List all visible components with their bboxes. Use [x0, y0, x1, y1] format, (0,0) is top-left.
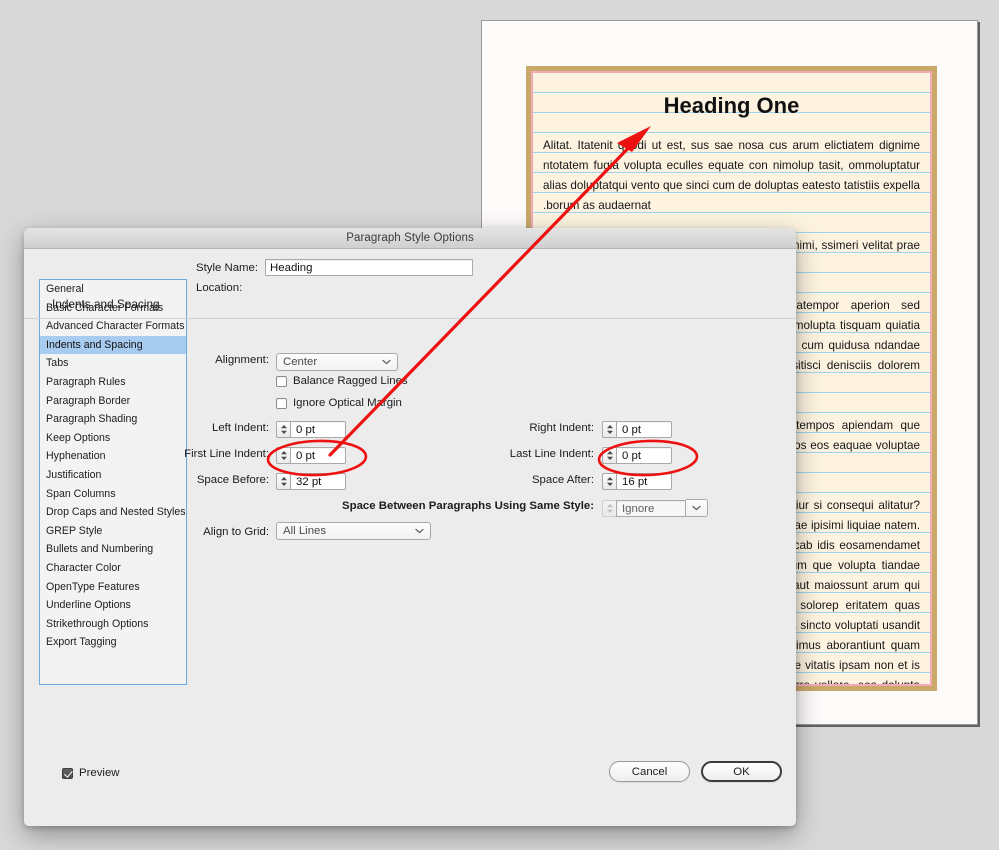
stepper-icon[interactable]: [602, 421, 616, 438]
sidebar-item-drop-caps-and-nested-styles[interactable]: Drop Caps and Nested Styles: [40, 503, 186, 522]
space-between-same-style-input[interactable]: Ignore: [616, 500, 686, 517]
document-heading: Heading One: [543, 73, 920, 116]
sidebar-item-export-tagging[interactable]: Export Tagging: [40, 633, 186, 652]
dialog-title: Paragraph Style Options: [346, 232, 474, 244]
align-to-grid-value: All Lines: [283, 525, 326, 537]
balance-ragged-lines-checkbox[interactable]: [276, 376, 287, 387]
section-divider: [24, 318, 796, 319]
paragraph-style-options-dialog: Paragraph Style Options GeneralBasic Cha…: [24, 228, 796, 826]
chevron-down-icon: [415, 528, 424, 534]
balance-ragged-lines-row[interactable]: Balance Ragged Lines: [276, 375, 408, 387]
ignore-optical-margin-row[interactable]: Ignore Optical Margin: [276, 397, 402, 409]
space-after-label: Space After:: [532, 474, 594, 486]
right-indent-input[interactable]: 0 pt: [616, 421, 672, 438]
left-indent-field[interactable]: 0 pt: [276, 421, 346, 438]
chevron-down-icon: [382, 359, 391, 365]
left-indent-label-wrap: Left Indent:: [24, 422, 269, 434]
first-line-indent-input[interactable]: 0 pt: [290, 447, 346, 464]
right-indent-label-wrap: Right Indent:: [394, 422, 594, 434]
alignment-value: Center: [283, 356, 317, 368]
right-indent-label: Right Indent:: [529, 422, 594, 434]
last-line-indent-field[interactable]: 0 pt: [602, 447, 672, 464]
ignore-optical-margin-label: Ignore Optical Margin: [293, 397, 402, 409]
left-indent-input[interactable]: 0 pt: [290, 421, 346, 438]
space-between-same-style-field[interactable]: Ignore: [602, 499, 708, 517]
last-line-indent-label-wrap: Last Line Indent:: [394, 448, 594, 460]
sidebar-item-span-columns[interactable]: Span Columns: [40, 485, 186, 504]
preview-label: Preview: [79, 767, 120, 779]
space-after-label-wrap: Space After:: [394, 474, 594, 486]
align-to-grid-label-wrap: Align to Grid:: [24, 526, 269, 538]
balance-ragged-lines-label: Balance Ragged Lines: [293, 375, 408, 387]
left-indent-label: Left Indent:: [212, 422, 269, 434]
space-between-same-style-label: Space Between Paragraphs Using Same Styl…: [342, 500, 594, 512]
last-line-indent-input[interactable]: 0 pt: [616, 447, 672, 464]
sidebar-item-paragraph-rules[interactable]: Paragraph Rules: [40, 373, 186, 392]
location-row: Location:: [196, 282, 248, 294]
ignore-optical-margin-checkbox[interactable]: [276, 398, 287, 409]
space-after-input[interactable]: 16 pt: [616, 473, 672, 490]
space-before-label-wrap: Space Before:: [24, 474, 269, 486]
alignment-select[interactable]: Center: [276, 353, 398, 371]
right-indent-field[interactable]: 0 pt: [602, 421, 672, 438]
sidebar-item-indents-and-spacing[interactable]: Indents and Spacing: [40, 336, 186, 355]
space-between-label-wrap: Space Between Paragraphs Using Same Styl…: [184, 500, 594, 512]
sidebar-item-strikethrough-options[interactable]: Strikethrough Options: [40, 615, 186, 634]
chevron-down-icon: [692, 505, 701, 511]
sidebar-item-advanced-character-formats[interactable]: Advanced Character Formats: [40, 317, 186, 336]
style-name-label: Style Name:: [196, 262, 258, 274]
dialog-titlebar[interactable]: Paragraph Style Options: [24, 228, 796, 249]
space-between-same-style-dropdown[interactable]: [686, 499, 708, 517]
stepper-icon[interactable]: [276, 447, 290, 464]
last-line-indent-label: Last Line Indent:: [510, 448, 594, 460]
sidebar-item-general[interactable]: General: [40, 280, 186, 299]
space-before-label: Space Before:: [197, 474, 269, 486]
first-line-indent-field[interactable]: 0 pt: [276, 447, 346, 464]
document-paragraph: Alitat. Itatenit quodi ut est, sus sae n…: [543, 136, 920, 216]
preview-checkbox[interactable]: [62, 768, 73, 779]
style-name-input[interactable]: Heading: [265, 259, 473, 276]
sidebar-item-paragraph-border[interactable]: Paragraph Border: [40, 392, 186, 411]
first-line-indent-label: First Line Indent:: [184, 448, 269, 460]
align-to-grid-label: Align to Grid:: [203, 526, 269, 538]
preview-row[interactable]: Preview: [62, 767, 120, 779]
space-before-input[interactable]: 32 pt: [290, 473, 346, 490]
dialog-body: GeneralBasic Character FormatsAdvanced C…: [24, 249, 796, 826]
space-after-field[interactable]: 16 pt: [602, 473, 672, 490]
sidebar-item-bullets-and-numbering[interactable]: Bullets and Numbering: [40, 540, 186, 559]
location-label: Location:: [196, 282, 242, 294]
section-title: Indents and Spacing: [52, 297, 160, 311]
stepper-icon[interactable]: [276, 421, 290, 438]
space-before-field[interactable]: 32 pt: [276, 473, 346, 490]
sidebar-item-character-color[interactable]: Character Color: [40, 559, 186, 578]
stepper-icon[interactable]: [602, 473, 616, 490]
cancel-button[interactable]: Cancel: [609, 761, 690, 782]
stepper-icon[interactable]: [276, 473, 290, 490]
sidebar-item-underline-options[interactable]: Underline Options: [40, 596, 186, 615]
first-line-indent-label-wrap: First Line Indent:: [24, 448, 269, 460]
ok-button[interactable]: OK: [701, 761, 782, 782]
sidebar-item-opentype-features[interactable]: OpenType Features: [40, 578, 186, 597]
stepper-icon[interactable]: [602, 447, 616, 464]
alignment-label: Alignment:: [215, 354, 269, 366]
style-name-row: Style Name: Heading: [196, 259, 473, 276]
stepper-icon: [602, 500, 616, 517]
alignment-row: Alignment:: [24, 354, 269, 366]
align-to-grid-select[interactable]: All Lines: [276, 522, 431, 540]
